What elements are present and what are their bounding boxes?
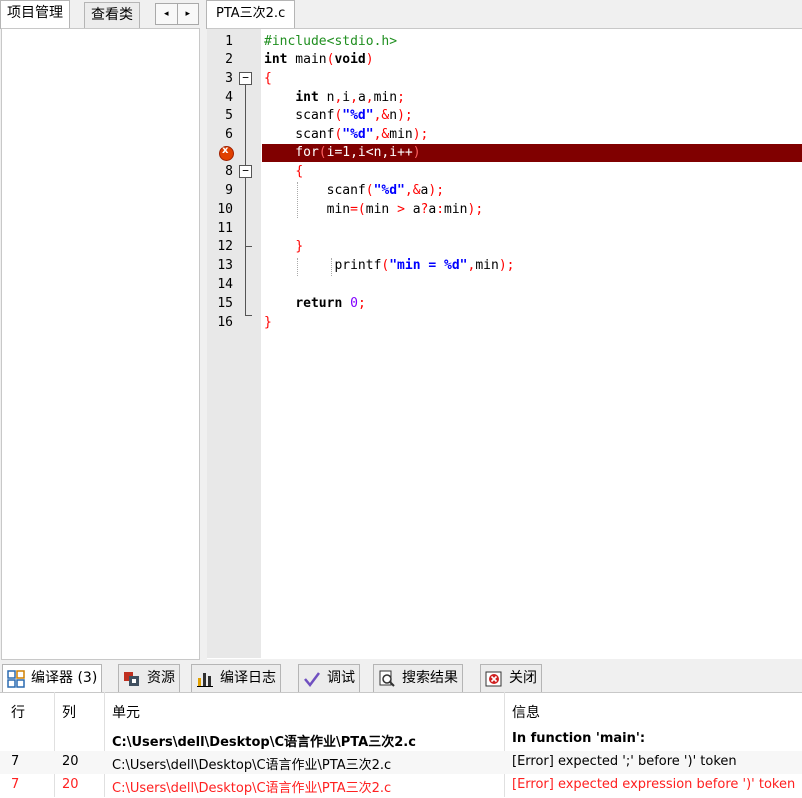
code-line: #include<stdio.h> [264, 34, 398, 49]
error-marker-icon: x [219, 145, 234, 161]
check-icon [303, 670, 321, 688]
tab-compile-log-label: 编译日志 [220, 670, 276, 686]
table-row[interactable]: 7 20 C:\Users\dell\Desktop\C语言作业\PTA三次2.… [0, 751, 802, 774]
line-number: 12 [217, 239, 233, 254]
tab-compile-log[interactable]: 编译日志 [191, 664, 281, 692]
line-number: 11 [217, 221, 233, 236]
tab-close[interactable]: 关闭 [480, 664, 542, 692]
project-panel[interactable] [1, 28, 200, 660]
code-line: return 0; [295, 296, 366, 311]
code-line-error: for(i=1,i<n,i++) [264, 145, 421, 160]
fold-end-mark [245, 246, 252, 247]
cell-unit: C:\Users\dell\Desktop\C语言作业\PTA三次2.c [112, 758, 392, 773]
cell-info: In function 'main': [512, 731, 646, 746]
code-line: scanf("%d",&min); [264, 127, 429, 142]
cell-info: [Error] expected expression before ')' t… [512, 777, 796, 792]
line-number: 6 [225, 127, 233, 142]
bar-chart-icon [196, 670, 214, 688]
line-number: 5 [225, 108, 233, 123]
line-number: 1 [225, 34, 233, 49]
fold-end-mark [245, 315, 252, 316]
line-number: 9 [225, 183, 233, 198]
line-number: 13 [217, 258, 233, 273]
fold-guide [245, 85, 246, 315]
code-line: scanf("%d",&a); [264, 183, 445, 198]
header-unit[interactable]: 单元 [112, 702, 140, 722]
left-tab-bar: 项目管理 查看类 ◂ ▸ [0, 0, 200, 29]
code-line: printf("min = %d",min); [264, 258, 515, 273]
cell-column: 20 [62, 754, 79, 769]
table-row[interactable]: 7 20 C:\Users\dell\Desktop\C语言作业\PTA三次2.… [0, 774, 802, 797]
header-column[interactable]: 列 [62, 702, 76, 722]
code-line: } [264, 315, 272, 330]
tab-debug-label: 调试 [327, 670, 355, 686]
code-line: min=(min > a?a:min); [264, 202, 484, 217]
line-number: 10 [217, 202, 233, 217]
line-number: 2 [225, 52, 233, 67]
tab-scroll-buttons: ◂ ▸ [155, 3, 199, 25]
header-info[interactable]: 信息 [512, 702, 540, 722]
code-line: } [295, 239, 304, 254]
line-number: 14 [217, 277, 233, 292]
cell-line: 7 [11, 754, 20, 769]
line-number: 16 [217, 315, 233, 330]
tab-search-results[interactable]: 搜索结果 [373, 664, 463, 692]
code-line: scanf("%d",&n); [264, 108, 413, 123]
cell-info: [Error] expected ';' before ')' token [512, 754, 737, 769]
resources-icon [123, 670, 141, 688]
tab-scroll-right-button[interactable]: ▸ [176, 4, 199, 24]
tab-search-results-label: 搜索结果 [402, 670, 458, 686]
tab-compiler-label: 编译器 (3) [31, 670, 98, 686]
code-line: int n,i,a,min; [295, 90, 405, 105]
cell-line: 7 [11, 777, 20, 792]
tab-scroll-left-button[interactable]: ◂ [156, 4, 177, 24]
tab-class-browser[interactable]: 查看类 [84, 2, 140, 28]
code-line: { [295, 164, 304, 179]
line-number: 4 [225, 90, 233, 105]
code-line: int main(void) [264, 52, 374, 67]
tab-debug[interactable]: 调试 [298, 664, 360, 692]
file-tab[interactable]: PTA三次2.c [206, 0, 296, 29]
tab-resources[interactable]: 资源 [118, 664, 180, 692]
line-number: 15 [217, 296, 233, 311]
magnifier-icon [378, 670, 396, 688]
cell-unit: C:\Users\dell\Desktop\C语言作业\PTA三次2.c [112, 735, 416, 750]
close-icon [485, 670, 503, 688]
compiler-grid-icon [7, 669, 25, 688]
line-number: 8 [225, 164, 233, 179]
cell-unit: C:\Users\dell\Desktop\C语言作业\PTA三次2.c [112, 781, 392, 796]
tab-resources-label: 资源 [147, 670, 175, 686]
header-line[interactable]: 行 [11, 702, 25, 722]
line-number: 3 [225, 71, 233, 86]
bottom-tab-bar: 编译器 (3) 资源 编译日志 调试 搜索结果 关闭 [0, 664, 802, 692]
cell-column: 20 [62, 777, 79, 792]
code-line: { [264, 71, 272, 86]
table-row[interactable]: C:\Users\dell\Desktop\C语言作业\PTA三次2.c In … [0, 728, 802, 751]
tab-close-label: 关闭 [509, 670, 537, 686]
tab-project-manager[interactable]: 项目管理 [0, 0, 70, 29]
fold-toggle-icon[interactable]: − [239, 72, 252, 85]
tab-compiler[interactable]: 编译器 (3) [2, 664, 103, 692]
fold-toggle-icon[interactable]: − [239, 165, 252, 178]
